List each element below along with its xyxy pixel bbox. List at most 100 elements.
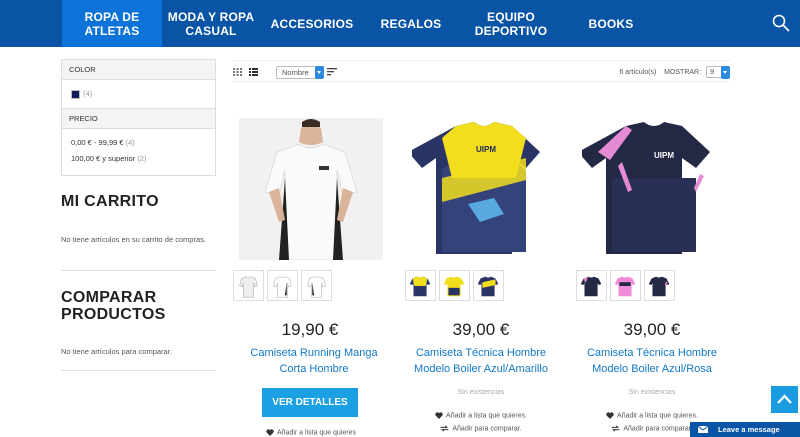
add-to-wishlist-link[interactable]: Añadir a lista que quieres bbox=[226, 429, 396, 436]
color-filter: COLOR (4) bbox=[61, 59, 216, 109]
price-option-0-99[interactable]: 0,00 € - 99,99 € (4) bbox=[62, 129, 215, 151]
nav-label-line1: ROPA DE bbox=[84, 9, 140, 24]
thumbnail[interactable] bbox=[233, 270, 264, 301]
nav-label-line1: EQUIPO bbox=[487, 9, 535, 24]
cart-title: MI CARRITO bbox=[61, 193, 159, 210]
add-to-wishlist-link[interactable]: Añadir a lista que quieres. bbox=[567, 412, 737, 419]
compare-title-line1: COMPARAR bbox=[61, 289, 157, 306]
price-filter: PRECIO 0,00 € - 99,99 € (4) 100,00 € y s… bbox=[61, 108, 216, 176]
item-count: 6 artículo(s) bbox=[619, 68, 657, 76]
color-filter-heading: COLOR bbox=[62, 60, 215, 80]
nav-label-line2: CASUAL bbox=[185, 23, 237, 38]
product-price: 19,90 € bbox=[281, 320, 339, 339]
filter-label: 100,00 € y superior bbox=[71, 154, 136, 163]
svg-text:UIPM: UIPM bbox=[476, 145, 496, 154]
nav-item-books[interactable]: BOOKS bbox=[580, 0, 642, 47]
heart-icon bbox=[266, 429, 274, 436]
product-name-link[interactable]: Camiseta Running Manga Corta Hombre bbox=[229, 345, 399, 377]
compare-title-line2: PRODUCTOS bbox=[61, 306, 166, 323]
product-price: 39,00 € bbox=[623, 320, 681, 339]
color-swatch bbox=[71, 89, 80, 99]
toolbar-info: 6 artículo(s) MOSTRAR: 9 bbox=[619, 66, 730, 79]
products-toolbar: Nombre 6 artículo(s) MOSTRAR: 9 bbox=[232, 60, 730, 82]
view-details-button[interactable]: VER DETALLES bbox=[262, 388, 358, 417]
heart-icon bbox=[606, 412, 614, 419]
limiter-select[interactable]: 9 bbox=[706, 66, 730, 79]
thumbnail[interactable] bbox=[267, 270, 298, 301]
nav-label-line2: DEPORTIVO bbox=[474, 23, 548, 38]
list-view-icon[interactable] bbox=[249, 68, 258, 76]
add-to-wishlist-link[interactable]: Añadir a lista que quieres. bbox=[396, 412, 566, 419]
main-navigation: ROPA DE ATLETAS MODA Y ROPA CASUAL ACCESOR… bbox=[0, 0, 800, 47]
add-to-compare-link[interactable]: Añadir para comparar. bbox=[396, 425, 566, 432]
color-option-navy[interactable]: (4) bbox=[62, 80, 215, 102]
nav-item-equipo-deportivo[interactable]: EQUIPO DEPORTIVO bbox=[468, 0, 554, 47]
limiter-value: 9 bbox=[710, 67, 715, 76]
product-name-line1: Camiseta Técnica Hombre bbox=[415, 347, 546, 359]
thumbnail[interactable] bbox=[644, 270, 675, 301]
filter-count: (4) bbox=[83, 89, 93, 98]
thumbnail[interactable] bbox=[439, 270, 470, 301]
compare-title: COMPARAR PRODUCTOS bbox=[61, 289, 166, 323]
sort-direction-icon[interactable] bbox=[327, 68, 337, 76]
product-name-line1: Camiseta Running Manga bbox=[250, 347, 378, 359]
product-name-line2: Modelo Boiler Azul/Rosa bbox=[592, 363, 712, 375]
nav-item-regalos[interactable]: REGALOS bbox=[375, 0, 447, 47]
product-thumbnails bbox=[576, 270, 675, 301]
divider bbox=[61, 370, 216, 371]
thumbnail[interactable] bbox=[576, 270, 607, 301]
chevron-down-icon bbox=[315, 66, 324, 79]
divider bbox=[61, 270, 216, 271]
price-filter-heading: PRECIO bbox=[62, 109, 215, 129]
product-name-line2: Modelo Boiler Azul/Amarillo bbox=[414, 363, 548, 375]
wishlist-label: Añadir a lista que quieres. bbox=[617, 412, 698, 420]
thumbnail[interactable] bbox=[301, 270, 332, 301]
product-price: 39,00 € bbox=[452, 320, 510, 339]
sort-select[interactable]: Nombre bbox=[276, 66, 324, 79]
compare-label: Añadir para comparar. bbox=[452, 425, 522, 433]
product-image-white-shirt[interactable] bbox=[239, 118, 383, 260]
compare-empty-text: No tiene artículos para comparar. bbox=[61, 347, 172, 356]
compare-icon bbox=[612, 425, 620, 432]
compare-icon bbox=[441, 425, 449, 432]
wishlist-label: Añadir a lista que quieres. bbox=[446, 412, 527, 420]
thumbnail[interactable] bbox=[610, 270, 641, 301]
nav-label-line1: MODA Y ROPA bbox=[167, 9, 255, 24]
show-label: MOSTRAR: bbox=[664, 68, 702, 76]
nav-item-ropa-de-atletas[interactable]: ROPA DE ATLETAS bbox=[62, 0, 162, 47]
nav-item-moda-y-ropa-casual[interactable]: MODA Y ROPA CASUAL bbox=[163, 0, 259, 47]
product-image-blue-pink-shirt[interactable]: UIPM bbox=[582, 118, 726, 260]
product-name-link[interactable]: Camiseta Técnica Hombre Modelo Boiler Az… bbox=[567, 345, 737, 377]
nav-item-accesorios[interactable]: ACCESORIOS bbox=[265, 0, 359, 47]
svg-text:UIPM: UIPM bbox=[654, 151, 674, 160]
nav-label: BOOKS bbox=[588, 16, 634, 31]
grid-view-icon[interactable] bbox=[233, 68, 242, 76]
product-thumbnails bbox=[405, 270, 504, 301]
chevron-down-icon bbox=[721, 66, 730, 79]
filter-count: (2) bbox=[137, 154, 147, 163]
product-name-link[interactable]: Camiseta Técnica Hombre Modelo Boiler Az… bbox=[396, 345, 566, 377]
heart-icon bbox=[435, 412, 443, 419]
scroll-to-top-button[interactable] bbox=[771, 386, 798, 413]
compare-label: Añadir para comparar. bbox=[623, 425, 693, 433]
filter-label: 0,00 € - 99,99 € bbox=[71, 138, 124, 147]
leave-message-button[interactable]: Leave a message bbox=[690, 422, 800, 437]
wishlist-label: Añadir a lista que quieres bbox=[277, 429, 356, 437]
leave-message-label: Leave a message bbox=[718, 425, 780, 434]
cart-empty-text: No tiene artículos en su carrito de comp… bbox=[61, 235, 207, 244]
search-icon[interactable] bbox=[772, 14, 790, 32]
product-image-blue-yellow-shirt[interactable]: UIPM bbox=[412, 118, 556, 260]
stock-status: Sin existencias bbox=[457, 389, 505, 396]
nav-label: ACCESORIOS bbox=[270, 16, 354, 31]
nav-label-line2: ATLETAS bbox=[84, 23, 140, 38]
price-option-100-plus[interactable]: 100,00 € y superior (2) bbox=[62, 151, 215, 167]
thumbnail[interactable] bbox=[405, 270, 436, 301]
envelope-icon bbox=[698, 426, 708, 433]
nav-label: REGALOS bbox=[380, 16, 442, 31]
filter-count: (4) bbox=[125, 138, 135, 147]
product-thumbnails bbox=[233, 270, 332, 301]
stock-status: Sin existencias bbox=[628, 389, 676, 396]
chevron-up-icon bbox=[777, 394, 792, 404]
sort-value: Nombre bbox=[282, 68, 309, 77]
thumbnail[interactable] bbox=[473, 270, 504, 301]
